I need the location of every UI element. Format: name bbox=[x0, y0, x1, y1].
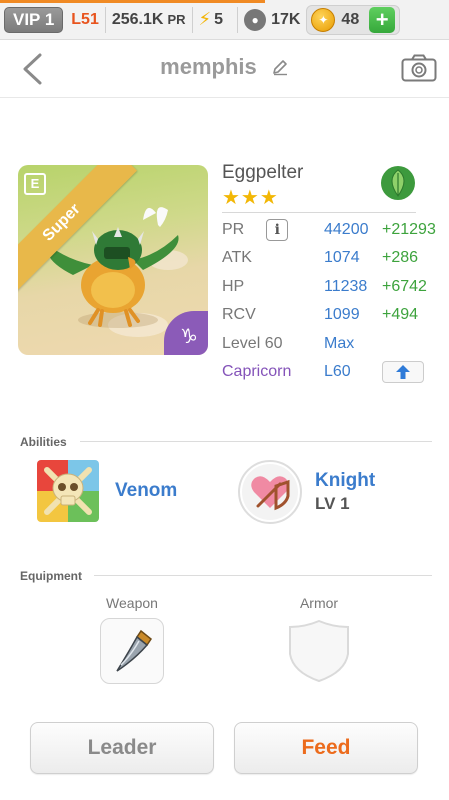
knight-ability-name[interactable]: Knight bbox=[315, 470, 375, 492]
divider bbox=[237, 6, 239, 33]
level-row: Level 60 Max bbox=[222, 331, 447, 357]
skull-icon bbox=[37, 460, 99, 522]
stat-row-pr: PR i 44200 +21293 bbox=[222, 217, 447, 243]
venom-ability-icon[interactable] bbox=[37, 460, 99, 522]
page-header: memphis bbox=[0, 40, 449, 98]
stat-row-hp: HP 11238 +6742 bbox=[222, 274, 447, 300]
energy-value: 5 bbox=[214, 10, 224, 28]
venom-ability-name[interactable]: Venom bbox=[115, 480, 177, 502]
monster-nickname: memphis bbox=[160, 54, 257, 79]
stat-bonus: +6742 bbox=[382, 278, 427, 295]
stat-value: 44200 bbox=[324, 221, 369, 238]
info-icon[interactable]: i bbox=[266, 219, 289, 241]
divider bbox=[104, 6, 106, 33]
stat-bonus: +286 bbox=[382, 249, 419, 266]
progress-line bbox=[0, 0, 265, 3]
knight-ability-icon[interactable] bbox=[238, 460, 302, 524]
energy-counter[interactable]: ⚡ 5 bbox=[199, 9, 224, 30]
level-value: Max bbox=[324, 335, 355, 352]
stat-value: 1099 bbox=[324, 306, 360, 323]
star-rating: ★★★ bbox=[222, 187, 279, 209]
paw-icon: ● bbox=[244, 8, 267, 31]
power-rating-value: 256.1K bbox=[111, 10, 164, 28]
coin-value: 48 bbox=[341, 10, 360, 28]
power-rating: 256.1K PR bbox=[112, 11, 186, 29]
level-label: Level 60 bbox=[222, 335, 283, 352]
edit-pencil-icon[interactable] bbox=[271, 58, 289, 76]
coin-counter[interactable]: ✦ 48 + bbox=[306, 4, 401, 35]
monster-portrait[interactable]: Super E ♑ bbox=[18, 165, 208, 355]
knight-ability-level: LV 1 bbox=[315, 494, 350, 513]
leader-button[interactable]: Leader bbox=[30, 722, 214, 774]
heart-shield-icon bbox=[242, 464, 298, 520]
stat-value: 11238 bbox=[324, 278, 368, 295]
stat-label: ATK bbox=[222, 249, 252, 266]
food-value: 17K bbox=[271, 10, 301, 28]
feed-button[interactable]: Feed bbox=[234, 722, 418, 774]
sign-label: Capricorn bbox=[222, 363, 292, 380]
abilities-section-title: Abilities bbox=[20, 435, 67, 449]
lightning-icon: ⚡ bbox=[198, 9, 212, 29]
armor-slot-shield-icon[interactable] bbox=[287, 618, 351, 684]
stat-bonus: +494 bbox=[382, 306, 419, 323]
equipment-divider bbox=[94, 575, 432, 576]
add-coins-button[interactable]: + bbox=[369, 6, 396, 33]
stat-value: 1074 bbox=[324, 249, 360, 266]
upgrade-sign-button[interactable] bbox=[382, 361, 424, 383]
equipment-section-title: Equipment bbox=[20, 569, 82, 583]
player-level: L51 bbox=[71, 10, 99, 28]
page-title: memphis bbox=[0, 54, 449, 80]
armor-label: Armor bbox=[299, 595, 339, 611]
stat-label-wrap: PR i bbox=[222, 219, 324, 241]
vip-badge[interactable]: VIP 1 bbox=[4, 6, 64, 33]
camera-icon[interactable] bbox=[401, 54, 437, 82]
sign-row: Capricorn L60 bbox=[222, 359, 447, 385]
power-rating-unit: PR bbox=[167, 12, 186, 27]
evolution-tag-icon: E bbox=[24, 173, 46, 195]
info-divider bbox=[222, 212, 416, 213]
abilities-divider bbox=[80, 441, 432, 442]
top-status-bar: VIP 1 L51 256.1K PR ⚡ 5 ● 17K ✦ 48 + bbox=[0, 0, 449, 40]
stat-label: PR bbox=[222, 221, 245, 238]
stat-label: HP bbox=[222, 278, 245, 295]
divider bbox=[191, 6, 193, 33]
arrow-up-icon bbox=[396, 365, 410, 379]
stat-row-atk: ATK 1074 +286 bbox=[222, 245, 447, 271]
stat-label: RCV bbox=[222, 306, 256, 323]
weapon-label: Weapon bbox=[106, 595, 158, 611]
weapon-slot[interactable] bbox=[100, 618, 164, 684]
claw-weapon-icon bbox=[116, 629, 153, 672]
stat-bonus: +21293 bbox=[382, 221, 436, 238]
stat-row-rcv: RCV 1099 +494 bbox=[222, 302, 447, 328]
coin-icon: ✦ bbox=[311, 7, 336, 32]
sign-level-value: L60 bbox=[324, 363, 351, 380]
monster-species-name: Eggpelter bbox=[222, 162, 304, 183]
food-counter[interactable]: ● 17K bbox=[244, 8, 301, 31]
nature-element-leaf-icon bbox=[381, 166, 415, 200]
